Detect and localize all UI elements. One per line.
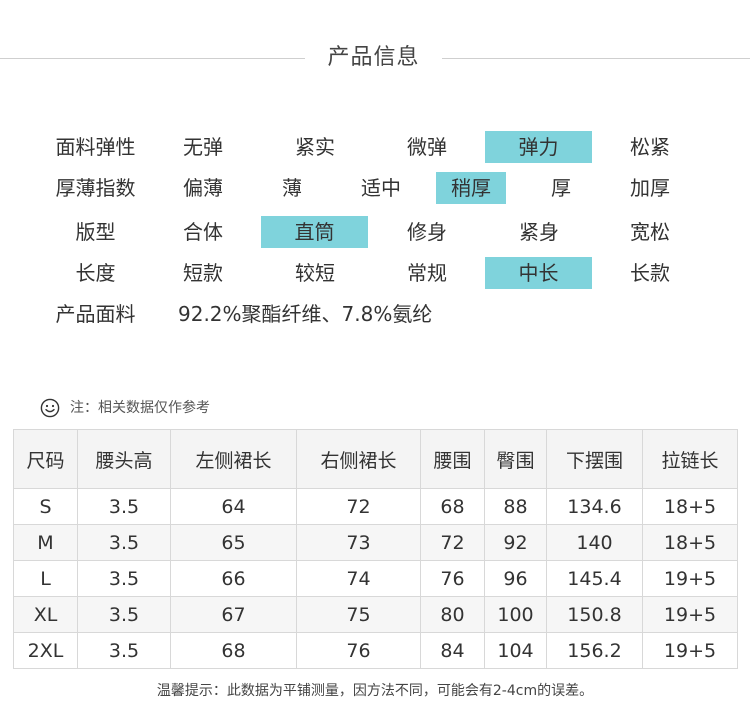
attribute-option: 长款 <box>630 261 670 285</box>
size-table: 尺码 腰头高 左侧裙长 右侧裙长 腰围 臀围 下摆围 拉链长 S 3.5 64 … <box>13 429 738 669</box>
table-cell: 19+5 <box>642 632 738 669</box>
table-row: 2XL 3.5 68 76 84 104 156.2 19+5 <box>13 632 738 669</box>
table-cell: 19+5 <box>642 596 738 633</box>
table-cell: 150.8 <box>546 596 643 633</box>
table-row: L 3.5 66 74 76 96 145.4 19+5 <box>13 560 738 597</box>
attribute-option: 紧实 <box>295 135 335 159</box>
attribute-option: 中长 <box>485 257 592 289</box>
header-cell: 拉链长 <box>642 429 738 489</box>
attribute-option: 短款 <box>183 261 223 285</box>
attribute-option: 松紧 <box>630 135 670 159</box>
table-cell: 84 <box>420 632 485 669</box>
divider-left <box>0 58 305 59</box>
table-cell: 96 <box>484 560 547 597</box>
attribute-row-length: 长度 短款 较短 常规 中长 长款 <box>0 257 750 289</box>
attribute-row-thickness: 厚薄指数 偏薄 薄 适中 稍厚 厚 加厚 <box>0 172 750 204</box>
table-cell: 100 <box>484 596 547 633</box>
note-text: 注：相关数据仅作参考 <box>70 400 210 416</box>
attribute-label: 版型 <box>75 220 116 244</box>
attribute-row-elasticity: 面料弹性 无弹 紧实 微弹 弹力 松紧 <box>0 131 750 163</box>
table-cell: 134.6 <box>546 488 643 525</box>
table-cell: 3.5 <box>77 488 171 525</box>
attribute-option: 常规 <box>407 261 447 285</box>
table-cell: 72 <box>420 524 485 561</box>
attribute-option: 加厚 <box>630 176 670 200</box>
attribute-option: 较短 <box>295 261 335 285</box>
attribute-option: 紧身 <box>519 220 559 244</box>
table-row: S 3.5 64 72 68 88 134.6 18+5 <box>13 488 738 525</box>
table-cell: M <box>13 524 78 561</box>
attribute-option: 直筒 <box>261 216 368 248</box>
material-label: 产品面料 <box>55 302 136 326</box>
table-cell: 3.5 <box>77 524 171 561</box>
table-cell: 67 <box>170 596 297 633</box>
header-cell: 臀围 <box>484 429 547 489</box>
header-cell: 腰头高 <box>77 429 171 489</box>
table-row: XL 3.5 67 75 80 100 150.8 19+5 <box>13 596 738 633</box>
attribute-row-material: 产品面料 92.2%聚酯纤维、7.8%氨纶 <box>0 298 750 330</box>
table-cell: XL <box>13 596 78 633</box>
table-cell: 18+5 <box>642 488 738 525</box>
table-cell: 80 <box>420 596 485 633</box>
attribute-label: 厚薄指数 <box>55 176 136 200</box>
table-cell: 92 <box>484 524 547 561</box>
attribute-option: 弹力 <box>485 131 592 163</box>
table-cell: 68 <box>420 488 485 525</box>
table-cell: 140 <box>546 524 643 561</box>
header-cell: 右侧裙长 <box>296 429 421 489</box>
attribute-option: 宽松 <box>630 220 670 244</box>
smile-icon <box>40 398 60 418</box>
measurement-footnote: 温馨提示：此数据为平铺测量，因方法不同，可能会有2-4cm的误差。 <box>156 683 594 699</box>
divider-right <box>442 58 750 59</box>
table-cell: 3.5 <box>77 632 171 669</box>
table-cell: 104 <box>484 632 547 669</box>
table-cell: 2XL <box>13 632 78 669</box>
table-cell: 64 <box>170 488 297 525</box>
header-cell: 尺码 <box>13 429 78 489</box>
attribute-option: 修身 <box>407 220 447 244</box>
header-cell: 腰围 <box>420 429 485 489</box>
table-header-row: 尺码 腰头高 左侧裙长 右侧裙长 腰围 臀围 下摆围 拉链长 <box>13 429 738 489</box>
attribute-option: 无弹 <box>183 135 223 159</box>
table-cell: S <box>13 488 78 525</box>
header-cell: 左侧裙长 <box>170 429 297 489</box>
material-value: 92.2%聚酯纤维、7.8%氨纶 <box>178 302 433 326</box>
table-cell: 18+5 <box>642 524 738 561</box>
table-cell: 76 <box>296 632 421 669</box>
attribute-label: 面料弹性 <box>55 135 136 159</box>
attribute-option: 微弹 <box>407 135 447 159</box>
table-cell: 74 <box>296 560 421 597</box>
table-cell: 19+5 <box>642 560 738 597</box>
attribute-option: 薄 <box>282 176 302 200</box>
table-cell: 88 <box>484 488 547 525</box>
table-cell: 72 <box>296 488 421 525</box>
section-title: 产品信息 <box>327 45 420 70</box>
attribute-option: 合体 <box>183 220 223 244</box>
attribute-row-fit: 版型 合体 直筒 修身 紧身 宽松 <box>0 216 750 248</box>
table-cell: 3.5 <box>77 560 171 597</box>
attribute-option: 偏薄 <box>183 176 223 200</box>
table-cell: 3.5 <box>77 596 171 633</box>
section-header: 产品信息 <box>0 40 750 76</box>
attribute-option: 适中 <box>361 176 401 200</box>
table-row: M 3.5 65 73 72 92 140 18+5 <box>13 524 738 561</box>
table-cell: 76 <box>420 560 485 597</box>
table-cell: 156.2 <box>546 632 643 669</box>
table-cell: 68 <box>170 632 297 669</box>
header-cell: 下摆围 <box>546 429 643 489</box>
table-cell: 65 <box>170 524 297 561</box>
table-cell: 66 <box>170 560 297 597</box>
attribute-label: 长度 <box>75 261 116 285</box>
table-cell: 73 <box>296 524 421 561</box>
table-cell: 75 <box>296 596 421 633</box>
attribute-option: 稍厚 <box>436 172 506 204</box>
table-cell: 145.4 <box>546 560 643 597</box>
attribute-option: 厚 <box>551 176 571 200</box>
table-cell: L <box>13 560 78 597</box>
